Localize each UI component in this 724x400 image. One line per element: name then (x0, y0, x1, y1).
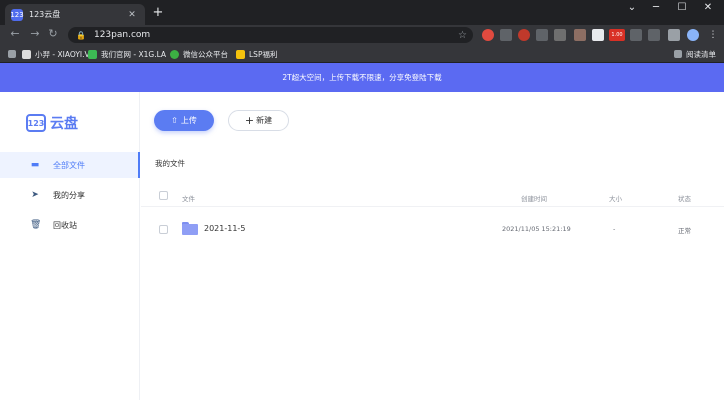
sidebar-item-recycle-bin[interactable]: 🗑 回收站 (0, 212, 140, 238)
bookmark-label: 小羿 - XIAOYI.VC (35, 49, 95, 59)
trash-icon: 🗑 (30, 220, 42, 230)
minimize-button[interactable]: ─ (646, 2, 666, 13)
logo[interactable]: 123 云盘 (26, 113, 78, 133)
new-button-label: 新建 (256, 116, 273, 125)
menu-icon[interactable]: ⋮ (707, 29, 719, 41)
maximize-button[interactable]: ☐ (672, 2, 692, 13)
plus-icon: + (244, 114, 255, 127)
table-row[interactable]: 2021-11-5 2021/11/05 15:21:19 - 正常 (141, 217, 724, 243)
folder-icon: ▬ (30, 160, 40, 170)
bookmark-star-icon[interactable]: ☆ (458, 30, 467, 41)
select-all-checkbox[interactable] (159, 191, 168, 200)
tab-search-icon[interactable]: ⌄ (622, 2, 642, 13)
forward-button[interactable]: → (28, 27, 42, 41)
sidebar-item-label: 全部文件 (53, 160, 85, 170)
bookmark-label: 我们官网 - X1G.LA (101, 49, 167, 59)
browser-toolbar: ← → ↻ 🔒 123pan.com ☆ 1.00 ⋮ (0, 25, 724, 45)
new-tab-button[interactable]: + (151, 6, 165, 20)
tab-favicon-icon: 123 (10, 8, 24, 21)
bookmark-item[interactable]: 我们官网 - X1G.LA (88, 48, 166, 60)
bookmark-label: LSP福利 (249, 49, 278, 59)
extension-icon[interactable] (518, 29, 530, 41)
reading-list[interactable]: 阅读清单 (674, 48, 716, 60)
sidebar-item-my-shares[interactable]: ➤ 我的分享 (0, 182, 140, 208)
url-text: 123pan.com (93, 30, 151, 40)
browser-tab[interactable]: 123 123云盘 ✕ (5, 4, 145, 25)
lock-icon: 🔒 (76, 30, 86, 40)
extension-adblock-icon[interactable] (482, 29, 494, 41)
column-header-created[interactable]: 创建时间 (521, 193, 547, 203)
sidebar-item-all-files[interactable]: ▬ 全部文件 (0, 152, 140, 178)
bookmark-favicon-icon (22, 49, 31, 59)
back-button[interactable]: ← (8, 27, 22, 41)
sidebar-item-label: 我的分享 (53, 190, 85, 200)
bookmark-favicon-icon (170, 49, 179, 59)
bookmark-folder-icon (236, 49, 245, 59)
sidebar-item-label: 回收站 (53, 220, 77, 230)
bookmark-item[interactable]: 小羿 - XIAOYI.VC (22, 48, 95, 60)
extension-icon[interactable] (592, 29, 604, 41)
bookmark-item[interactable]: 微信公众平台 (170, 48, 228, 60)
file-status: 正常 (678, 227, 691, 235)
bookmark-item[interactable]: LSP福利 (236, 48, 277, 60)
column-header-size[interactable]: 大小 (609, 193, 622, 203)
extension-icon[interactable] (554, 29, 566, 41)
screen: 123 123云盘 ✕ + ⌄ ─ ☐ ✕ ← → ↻ 🔒 123pan.com… (0, 0, 724, 400)
bookmark-label: 微信公众平台 (183, 49, 228, 59)
extension-icon[interactable] (574, 29, 586, 41)
extension-icon[interactable] (648, 29, 660, 41)
address-bar[interactable]: 🔒 123pan.com ☆ (68, 27, 473, 43)
extension-icon[interactable] (536, 29, 548, 41)
extension-icon[interactable] (630, 29, 642, 41)
tab-title: 123云盘 (29, 10, 61, 19)
logo-text: 云盘 (50, 116, 78, 132)
bookmarks-bar: 小羿 - XIAOYI.VC 我们官网 - X1G.LA 微信公众平台 LSP福… (0, 45, 724, 63)
main-content: ⇧ 上传 + 新建 我的文件 文件 创建时间 大小 状态 2021-11-5 2… (141, 92, 724, 400)
close-window-button[interactable]: ✕ (698, 2, 718, 13)
profile-avatar[interactable] (687, 29, 699, 41)
reading-list-label: 阅读清单 (686, 49, 716, 59)
tab-close-icon[interactable]: ✕ (125, 10, 139, 20)
browser-tab-strip: 123 123云盘 ✕ + ⌄ ─ ☐ ✕ (0, 0, 724, 25)
breadcrumb[interactable]: 我的文件 (155, 158, 185, 169)
promo-banner[interactable]: 2T超大空间，上传下载不限速，分享免登陆下载 (0, 63, 724, 92)
apps-icon[interactable] (8, 48, 20, 60)
banner-text: 2T超大空间，上传下载不限速，分享免登陆下载 (282, 73, 442, 82)
sidebar: 123 云盘 ▬ 全部文件 ➤ 我的分享 🗑 回收站 (0, 92, 140, 400)
created-time: 2021/11/05 15:21:19 (502, 225, 571, 233)
page: 123 云盘 ▬ 全部文件 ➤ 我的分享 🗑 回收站 ⇧ 上传 + 新建 我的文… (0, 92, 724, 400)
table-header: 文件 创建时间 大小 状态 (141, 185, 724, 207)
row-checkbox[interactable] (159, 225, 168, 234)
logo-mark: 123 (26, 114, 46, 132)
folder-icon (182, 222, 198, 235)
upload-icon: ⇧ (171, 116, 178, 125)
column-header-name[interactable]: 文件 (182, 193, 195, 203)
new-button[interactable]: + 新建 (228, 110, 289, 131)
column-header-status[interactable]: 状态 (678, 193, 691, 203)
puzzle-icon[interactable] (668, 29, 680, 41)
file-size: - (613, 225, 616, 233)
reading-list-icon (674, 50, 682, 58)
file-name[interactable]: 2021-11-5 (204, 224, 245, 233)
share-icon: ➤ (31, 190, 39, 200)
bookmark-favicon-icon (88, 49, 97, 59)
reload-button[interactable]: ↻ (46, 27, 60, 41)
upload-button[interactable]: ⇧ 上传 (154, 110, 214, 131)
extension-icon[interactable] (500, 29, 512, 41)
upload-button-label: 上传 (180, 116, 197, 125)
extension-badge-icon[interactable]: 1.00 (609, 29, 625, 41)
